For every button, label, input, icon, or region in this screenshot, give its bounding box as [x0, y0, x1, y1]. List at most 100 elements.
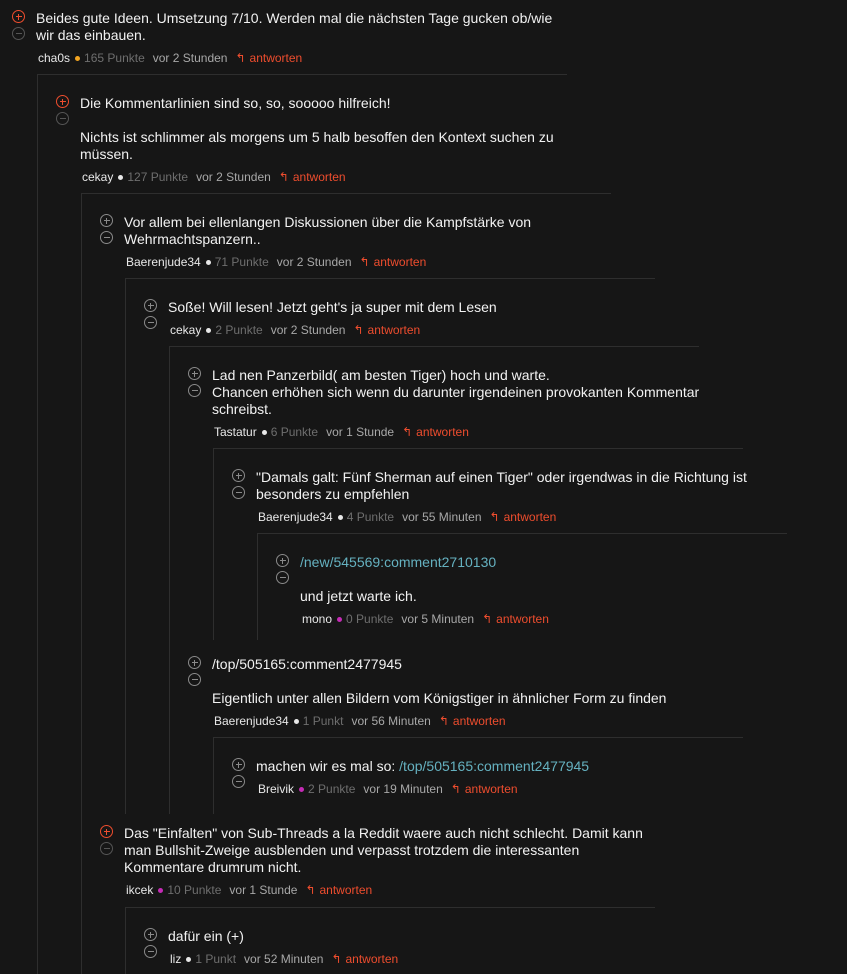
reply-link[interactable]: antworten — [250, 51, 303, 65]
downvote-icon[interactable] — [188, 384, 201, 397]
thread-line — [213, 737, 743, 738]
upvote-icon[interactable] — [276, 554, 289, 567]
reply-icon[interactable]: ↰ — [451, 782, 461, 796]
comment-meta: Baerenjude34 1 Punkt vor 56 Minuten ↰ antwor… — [214, 714, 752, 728]
comment-text: machen wir es mal so: /top/505165:commen… — [256, 758, 590, 774]
comment-link[interactable]: /top/505165:comment2477945 — [399, 758, 589, 774]
reply-icon[interactable]: ↰ — [402, 425, 412, 439]
comment-text: Die Kommentarlinien sind so, so, sooooo … — [80, 95, 554, 162]
reply-icon[interactable]: ↰ — [279, 170, 289, 184]
user-status-dot — [261, 429, 267, 435]
thread-line — [125, 278, 126, 814]
thread-line — [125, 907, 126, 974]
thread-line — [257, 533, 258, 640]
points: 4 Punkte — [346, 510, 395, 524]
username[interactable]: Baerenjude34 — [214, 714, 289, 728]
comment-text: Soße! Will lesen! Jetzt geht's ja super … — [168, 299, 497, 315]
thread-line — [81, 193, 611, 194]
upvote-icon[interactable] — [100, 825, 113, 838]
reply-icon[interactable]: ↰ — [305, 883, 315, 897]
comment-text: /top/505165:comment2477945 Eigentlich un… — [212, 656, 667, 706]
points: 10 Punkte — [167, 883, 222, 897]
upvote-icon[interactable] — [188, 656, 201, 669]
upvote-icon[interactable] — [144, 299, 157, 312]
thread-line — [169, 346, 170, 814]
points: 6 Punkte — [270, 425, 319, 439]
reply-icon[interactable]: ↰ — [482, 612, 492, 626]
comment-text: dafür ein (+) — [168, 928, 244, 944]
timestamp[interactable]: vor 2 Stunden — [196, 170, 271, 184]
comment-section: Beides gute Ideen. Umsetzung 7/10. Werde… — [0, 0, 847, 974]
reply-link[interactable]: antworten — [320, 883, 373, 897]
downvote-icon[interactable] — [188, 673, 201, 686]
reply-icon[interactable]: ↰ — [353, 323, 363, 337]
timestamp[interactable]: vor 52 Minuten — [244, 952, 323, 966]
timestamp[interactable]: vor 1 Stunde — [326, 425, 394, 439]
timestamp[interactable]: vor 1 Stunde — [229, 883, 297, 897]
user-status-dot — [337, 616, 343, 622]
comment-link[interactable]: /new/545569:comment2710130 — [300, 554, 496, 570]
reply-link[interactable]: antworten — [496, 612, 549, 626]
user-status-dot — [293, 718, 299, 724]
downvote-icon[interactable] — [144, 945, 157, 958]
downvote-icon[interactable] — [144, 316, 157, 329]
timestamp[interactable]: vor 2 Stunden — [271, 323, 346, 337]
comment-meta: cekay 127 Punkte vor 2 Stunden ↰ antworten — [82, 170, 600, 184]
reply-link[interactable]: antworten — [368, 323, 421, 337]
reply-link[interactable]: antworten — [374, 255, 427, 269]
timestamp[interactable]: vor 56 Minuten — [351, 714, 430, 728]
thread-line — [213, 737, 214, 814]
username[interactable]: liz — [170, 952, 181, 966]
username[interactable]: Tastatur — [214, 425, 257, 439]
upvote-icon[interactable] — [100, 214, 113, 227]
points: 1 Punkt — [302, 714, 344, 728]
reply-link[interactable]: antworten — [416, 425, 469, 439]
points: 2 Punkte — [215, 323, 263, 337]
reply-icon[interactable]: ↰ — [439, 714, 449, 728]
downvote-icon[interactable] — [232, 775, 245, 788]
username[interactable]: Breivik — [258, 782, 294, 796]
timestamp[interactable]: vor 55 Minuten — [402, 510, 481, 524]
upvote-icon[interactable] — [188, 367, 201, 380]
timestamp[interactable]: vor 2 Stunden — [277, 255, 352, 269]
username[interactable]: mono — [302, 612, 332, 626]
username[interactable]: cekay — [82, 170, 113, 184]
username[interactable]: Baerenjude34 — [126, 255, 201, 269]
reply-link[interactable]: antworten — [465, 782, 518, 796]
username[interactable]: cekay — [170, 323, 201, 337]
reply-link[interactable]: antworten — [504, 510, 557, 524]
timestamp[interactable]: vor 19 Minuten — [363, 782, 442, 796]
reply-icon[interactable]: ↰ — [331, 952, 341, 966]
reply-icon[interactable]: ↰ — [235, 51, 245, 65]
thread-line — [37, 74, 567, 75]
username[interactable]: ikcek — [126, 883, 153, 897]
downvote-icon[interactable] — [276, 571, 289, 584]
username[interactable]: cha0s — [38, 51, 70, 65]
upvote-icon[interactable] — [144, 928, 157, 941]
downvote-icon[interactable] — [100, 842, 113, 855]
timestamp[interactable]: vor 2 Stunden — [153, 51, 228, 65]
reply-link[interactable]: antworten — [453, 714, 506, 728]
user-status-dot — [299, 786, 305, 792]
points: 165 Punkte — [84, 51, 145, 65]
comment-text: Beides gute Ideen. Umsetzung 7/10. Werde… — [36, 10, 553, 43]
downvote-icon[interactable] — [12, 27, 25, 40]
upvote-icon[interactable] — [232, 758, 245, 771]
comment-meta: Tastatur 6 Punkte vor 1 Stunde ↰ antworten — [214, 425, 752, 439]
points: 71 Punkte — [214, 255, 269, 269]
comment-meta: liz 1 Punkt vor 52 Minuten ↰ antworten — [170, 952, 668, 966]
downvote-icon[interactable] — [232, 486, 245, 499]
reply-link[interactable]: antworten — [346, 952, 399, 966]
thread-line — [213, 448, 214, 640]
reply-link[interactable]: antworten — [293, 170, 346, 184]
downvote-icon[interactable] — [56, 112, 69, 125]
username[interactable]: Baerenjude34 — [258, 510, 333, 524]
thread-line — [213, 448, 743, 449]
reply-icon[interactable]: ↰ — [360, 255, 370, 269]
reply-icon[interactable]: ↰ — [490, 510, 500, 524]
timestamp[interactable]: vor 5 Minuten — [401, 612, 474, 626]
upvote-icon[interactable] — [12, 10, 25, 23]
upvote-icon[interactable] — [232, 469, 245, 482]
upvote-icon[interactable] — [56, 95, 69, 108]
downvote-icon[interactable] — [100, 231, 113, 244]
